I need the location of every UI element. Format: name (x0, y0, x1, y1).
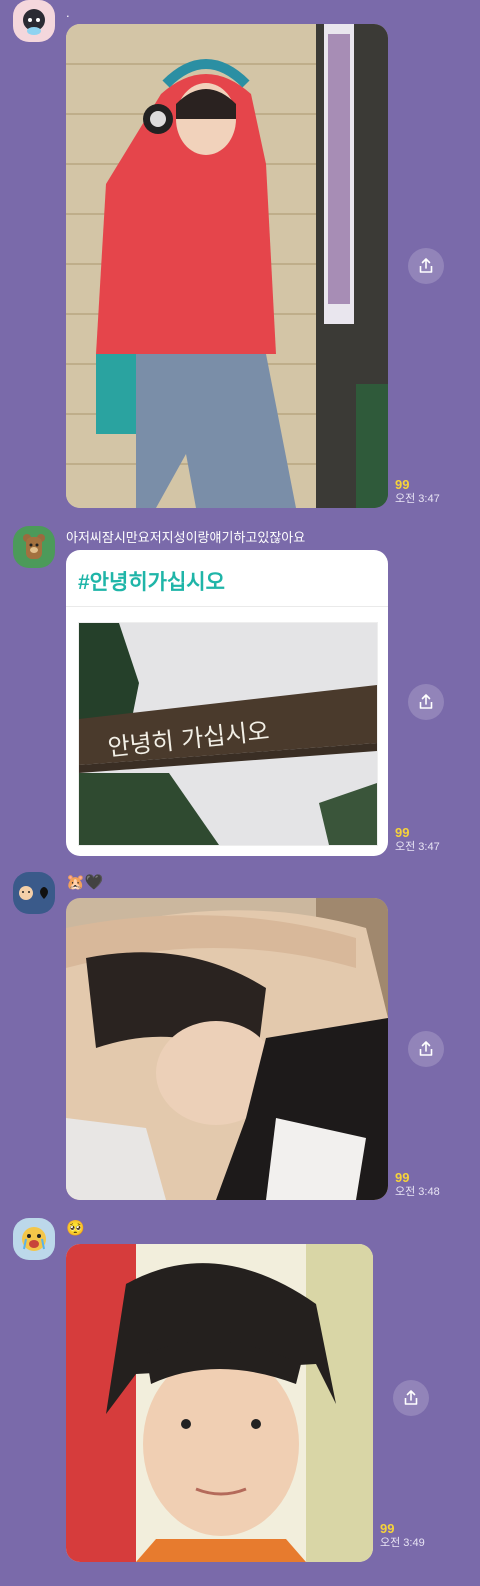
share-button[interactable] (408, 248, 444, 284)
photo-boy-closeup (66, 1244, 373, 1562)
avatar[interactable] (13, 1218, 55, 1260)
photo-boy-red-hoodie (66, 24, 388, 508)
message-meta: 99 오전 3:47 (395, 825, 440, 855)
crying-character-icon (22, 1227, 46, 1251)
read-count: 99 (395, 477, 410, 492)
photo-bubble[interactable] (66, 898, 388, 1200)
share-button[interactable] (393, 1380, 429, 1416)
sender-name: 🐹🖤 (66, 874, 104, 891)
timestamp: 오전 3:47 (395, 841, 440, 853)
share-icon (419, 1041, 433, 1056)
sender-name: 🥺 (66, 1220, 85, 1237)
message-2: 아저씨잠시만요저지성이랑얘기하고있잖아요 #안녕히가십시오 안녕히 가십시오 9… (0, 520, 480, 860)
bear-character-icon (23, 534, 45, 559)
sign-photo: 안녕히 가십시오 (79, 623, 377, 845)
card-image: 안녕히 가십시오 (78, 622, 378, 846)
sender-name: 아저씨잠시만요저지성이랑얘기하고있잖아요 (66, 530, 306, 545)
read-count: 99 (395, 825, 410, 840)
hashtag-card[interactable]: #안녕히가십시오 안녕히 가십시오 (66, 550, 388, 856)
share-icon (419, 694, 433, 709)
share-icon (419, 258, 433, 273)
avatar[interactable] (13, 0, 55, 42)
message-4: 🥺 99 오전 3:49 (0, 1214, 480, 1586)
message-meta: 99 오전 3:49 (380, 1521, 425, 1551)
message-meta: 99 오전 3:47 (395, 477, 440, 507)
message-1: . 99 오전 3:47 (0, 0, 480, 520)
timestamp: 오전 3:48 (395, 1186, 440, 1198)
timestamp: 오전 3:49 (380, 1537, 425, 1549)
photo-bubble[interactable] (66, 24, 388, 508)
avatar[interactable] (13, 872, 55, 914)
card-title: #안녕히가십시오 (66, 550, 388, 607)
hamster-heart-icon (19, 886, 48, 900)
message-meta: 99 오전 3:48 (395, 1170, 440, 1200)
read-count: 99 (395, 1170, 410, 1185)
read-count: 99 (380, 1521, 395, 1536)
timestamp: 오전 3:47 (395, 493, 440, 505)
share-button[interactable] (408, 684, 444, 720)
avatar[interactable] (13, 526, 55, 568)
penguin-character-icon (23, 9, 45, 35)
sender-name: . (66, 5, 70, 20)
share-button[interactable] (408, 1031, 444, 1067)
message-3: 🐹🖤 99 오전 3:48 (0, 868, 480, 1208)
share-icon (404, 1390, 418, 1405)
photo-bubble[interactable] (66, 1244, 373, 1562)
photo-boy-lying (66, 898, 388, 1200)
